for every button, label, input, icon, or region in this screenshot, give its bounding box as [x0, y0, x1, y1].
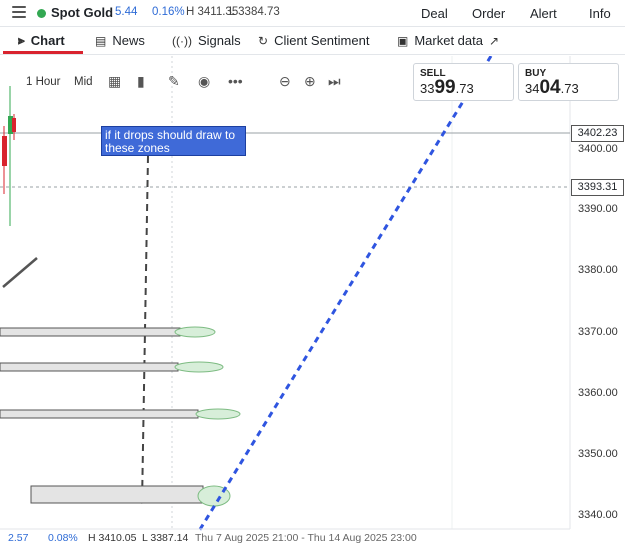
tab-label: Client Sentiment — [274, 33, 370, 48]
footer-low: L 3387.14 — [142, 532, 189, 544]
market-open-status-icon — [37, 9, 46, 18]
timeframe-select[interactable]: 1 Hour — [26, 76, 61, 88]
tab-bar: ⫸ Chart ▤ News ((·)) Signals ↻ Client Se… — [0, 27, 625, 55]
current-price-tag: 3402.23 — [571, 125, 624, 142]
tab-chart[interactable]: ⫸ Chart — [18, 33, 65, 48]
zone-rectangle[interactable] — [0, 362, 179, 372]
footer-high: H 3410.05 — [88, 532, 137, 544]
price-axis-label: 3350.00 — [578, 448, 618, 460]
zone-rectangle[interactable] — [0, 327, 181, 337]
price-axis-label: 3390.00 — [578, 203, 618, 215]
day-low: L 3384.73 — [229, 6, 280, 18]
menu-icon[interactable] — [12, 6, 26, 18]
zoom-out-icon[interactable]: ⊖ — [279, 73, 291, 90]
tab-client-sentiment[interactable]: ↻ Client Sentiment — [258, 33, 369, 48]
external-link-icon: ↗ — [489, 33, 500, 48]
tab-signals[interactable]: ((·)) Signals — [172, 33, 241, 48]
signal-icon: ((·)) — [172, 33, 192, 48]
crosshair-price-tag: 3393.31 — [571, 179, 624, 196]
zone-marker — [195, 408, 241, 420]
candle — [2, 136, 7, 166]
info-button[interactable]: Info — [589, 6, 611, 21]
price-type-select[interactable]: Mid — [74, 76, 93, 88]
market-data-icon: ▣ — [397, 33, 409, 48]
active-tab-indicator — [3, 51, 83, 54]
tab-label: Market data — [414, 33, 483, 48]
chart-type-icon[interactable]: ▮ — [137, 73, 145, 90]
alert-button[interactable]: Alert — [530, 6, 557, 21]
price-axis-label: 3380.00 — [578, 264, 618, 276]
zone-marker — [174, 326, 216, 338]
drawn-trendline[interactable] — [2, 257, 38, 288]
price-axis-label: 3370.00 — [578, 326, 618, 338]
sell-price: 3399.73 — [420, 77, 474, 98]
price-axis-label: 3360.00 — [578, 387, 618, 399]
text-annotation[interactable]: if it drops should draw to these zones — [101, 126, 246, 156]
candle — [12, 118, 16, 132]
footer-change: 2.57 — [8, 532, 29, 544]
instrument-name: Spot Gold — [51, 5, 114, 20]
tab-label: Chart — [30, 33, 65, 48]
buy-price: 3404.73 — [525, 77, 579, 98]
zone-rectangle[interactable] — [0, 409, 199, 419]
tab-news[interactable]: ▤ News — [95, 33, 145, 48]
price-axis-label: 3400.00 — [578, 143, 618, 155]
tab-label: News — [112, 33, 145, 48]
sell-button[interactable]: SELL 3399.73 — [413, 63, 514, 101]
indicators-icon[interactable]: ▦ — [108, 73, 121, 90]
buy-button[interactable]: BUY 3404.73 — [518, 63, 619, 101]
chart-footer: 2.57 0.08% H 3410.05 L 3387.14 Thu 7 Aug… — [0, 529, 570, 547]
footer-change-percent: 0.08% — [48, 532, 78, 544]
deal-button[interactable]: Deal — [421, 6, 448, 21]
more-icon[interactable]: ••• — [228, 73, 243, 89]
date-range: Thu 7 Aug 2025 21:00 - Thu 14 Aug 2025 2… — [195, 532, 417, 544]
price-chart[interactable]: 1 Hour Mid ▦ ▮ ✎ ◉ ••• ⊖ ⊕ ⏭ SELL 3399.7… — [0, 56, 625, 547]
chart-bars-icon: ⫸ — [18, 33, 25, 47]
price-axis-label: 3340.00 — [578, 509, 618, 521]
chart-canvas[interactable] — [0, 56, 625, 547]
price-change: 5.44 — [115, 6, 138, 18]
jump-to-latest-icon[interactable]: ⏭ — [328, 73, 341, 90]
sentiment-icon: ↻ — [258, 33, 269, 48]
zone-rectangle[interactable] — [30, 485, 204, 504]
price-change-percent: 0.16% — [152, 6, 185, 18]
zone-marker — [174, 361, 224, 373]
pencil-icon[interactable]: ✎ — [168, 73, 180, 90]
eye-icon[interactable]: ◉ — [198, 73, 210, 90]
tab-market-data[interactable]: ▣ Market data ↗ — [397, 33, 499, 48]
instrument-header: Spot Gold 5.44 0.16% H 3411.35 L 3384.73… — [0, 0, 625, 27]
order-button[interactable]: Order — [472, 6, 505, 21]
zoom-in-icon[interactable]: ⊕ — [304, 73, 316, 90]
tab-label: Signals — [197, 33, 241, 48]
news-icon: ▤ — [95, 33, 107, 48]
